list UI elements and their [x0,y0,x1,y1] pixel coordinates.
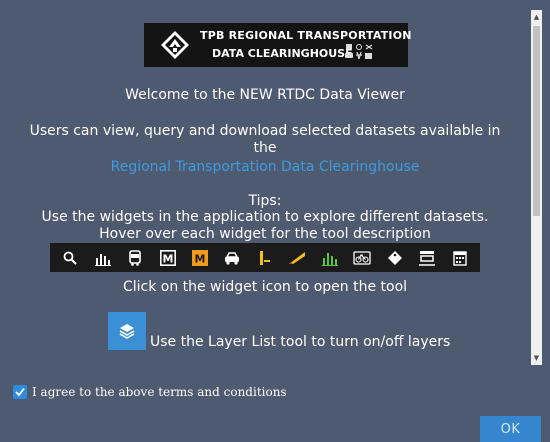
svg-text:M: M [195,252,206,265]
widget-toolbar-preview: M M [50,243,480,272]
checkmark-icon [15,387,25,397]
logo-title-line1: TPB REGIONAL TRANSPORTATION [200,29,412,42]
intro-text-line1: Users can view, query and download selec… [29,123,501,139]
tpb-logo: TPB REGIONAL TRANSPORTATION DATA CLEARIN… [144,23,412,67]
logo-title-line2: DATA CLEARINGHOUSE [212,47,353,60]
svg-text:M: M [162,252,173,265]
layer-list-button[interactable] [108,312,146,350]
vertical-scrollbar[interactable]: ▲ ▼ [531,10,542,365]
clearinghouse-link[interactable]: Regional Transportation Data Clearinghou… [111,159,420,175]
green-chart-icon[interactable] [320,248,340,268]
scroll-up-arrow-icon[interactable]: ▲ [531,10,542,24]
car-icon[interactable] [222,248,242,268]
rail-icon[interactable] [417,248,437,268]
agree-row: I agree to the above terms and condition… [13,384,287,400]
clearinghouse-link-row: Regional Transportation Data Clearinghou… [0,159,530,175]
calendar-icon[interactable] [450,248,470,268]
intro-text-line2: the [253,140,277,156]
tpb-diamond-icon [161,31,189,59]
transport-modes-icon [345,44,373,60]
splash-content: TPB REGIONAL TRANSPORTATION DATA CLEARIN… [0,0,530,365]
agree-checkbox[interactable] [13,385,27,399]
signal-icon[interactable] [255,248,275,268]
layer-list-hint: Use the Layer List tool to turn on/off l… [150,334,451,350]
ok-button[interactable]: OK [480,416,541,442]
scroll-thumb[interactable] [533,26,540,216]
bike-icon[interactable] [352,248,372,268]
widget-click-hint: Click on the widget icon to open the too… [122,279,408,295]
bus-icon[interactable] [125,248,145,268]
metro-icon[interactable]: M [158,248,178,268]
tag-icon[interactable] [385,248,405,268]
metro-orange-icon[interactable]: M [190,248,210,268]
splash-panel: TPB REGIONAL TRANSPORTATION DATA CLEARIN… [0,0,550,442]
layers-icon [119,324,135,339]
tips-text-line1: Use the widgets in the application to ex… [41,209,489,225]
search-icon[interactable] [60,248,80,268]
chart-icon[interactable] [93,248,113,268]
agree-label: I agree to the above terms and condition… [32,385,287,399]
ruler-icon[interactable] [287,248,307,268]
welcome-heading: Welcome to the NEW RTDC Data Viewer [125,87,405,103]
tips-text-line2: Hover over each widget for the tool desc… [99,226,431,242]
tips-heading: Tips: [248,193,282,209]
scroll-down-arrow-icon[interactable]: ▼ [531,351,542,365]
